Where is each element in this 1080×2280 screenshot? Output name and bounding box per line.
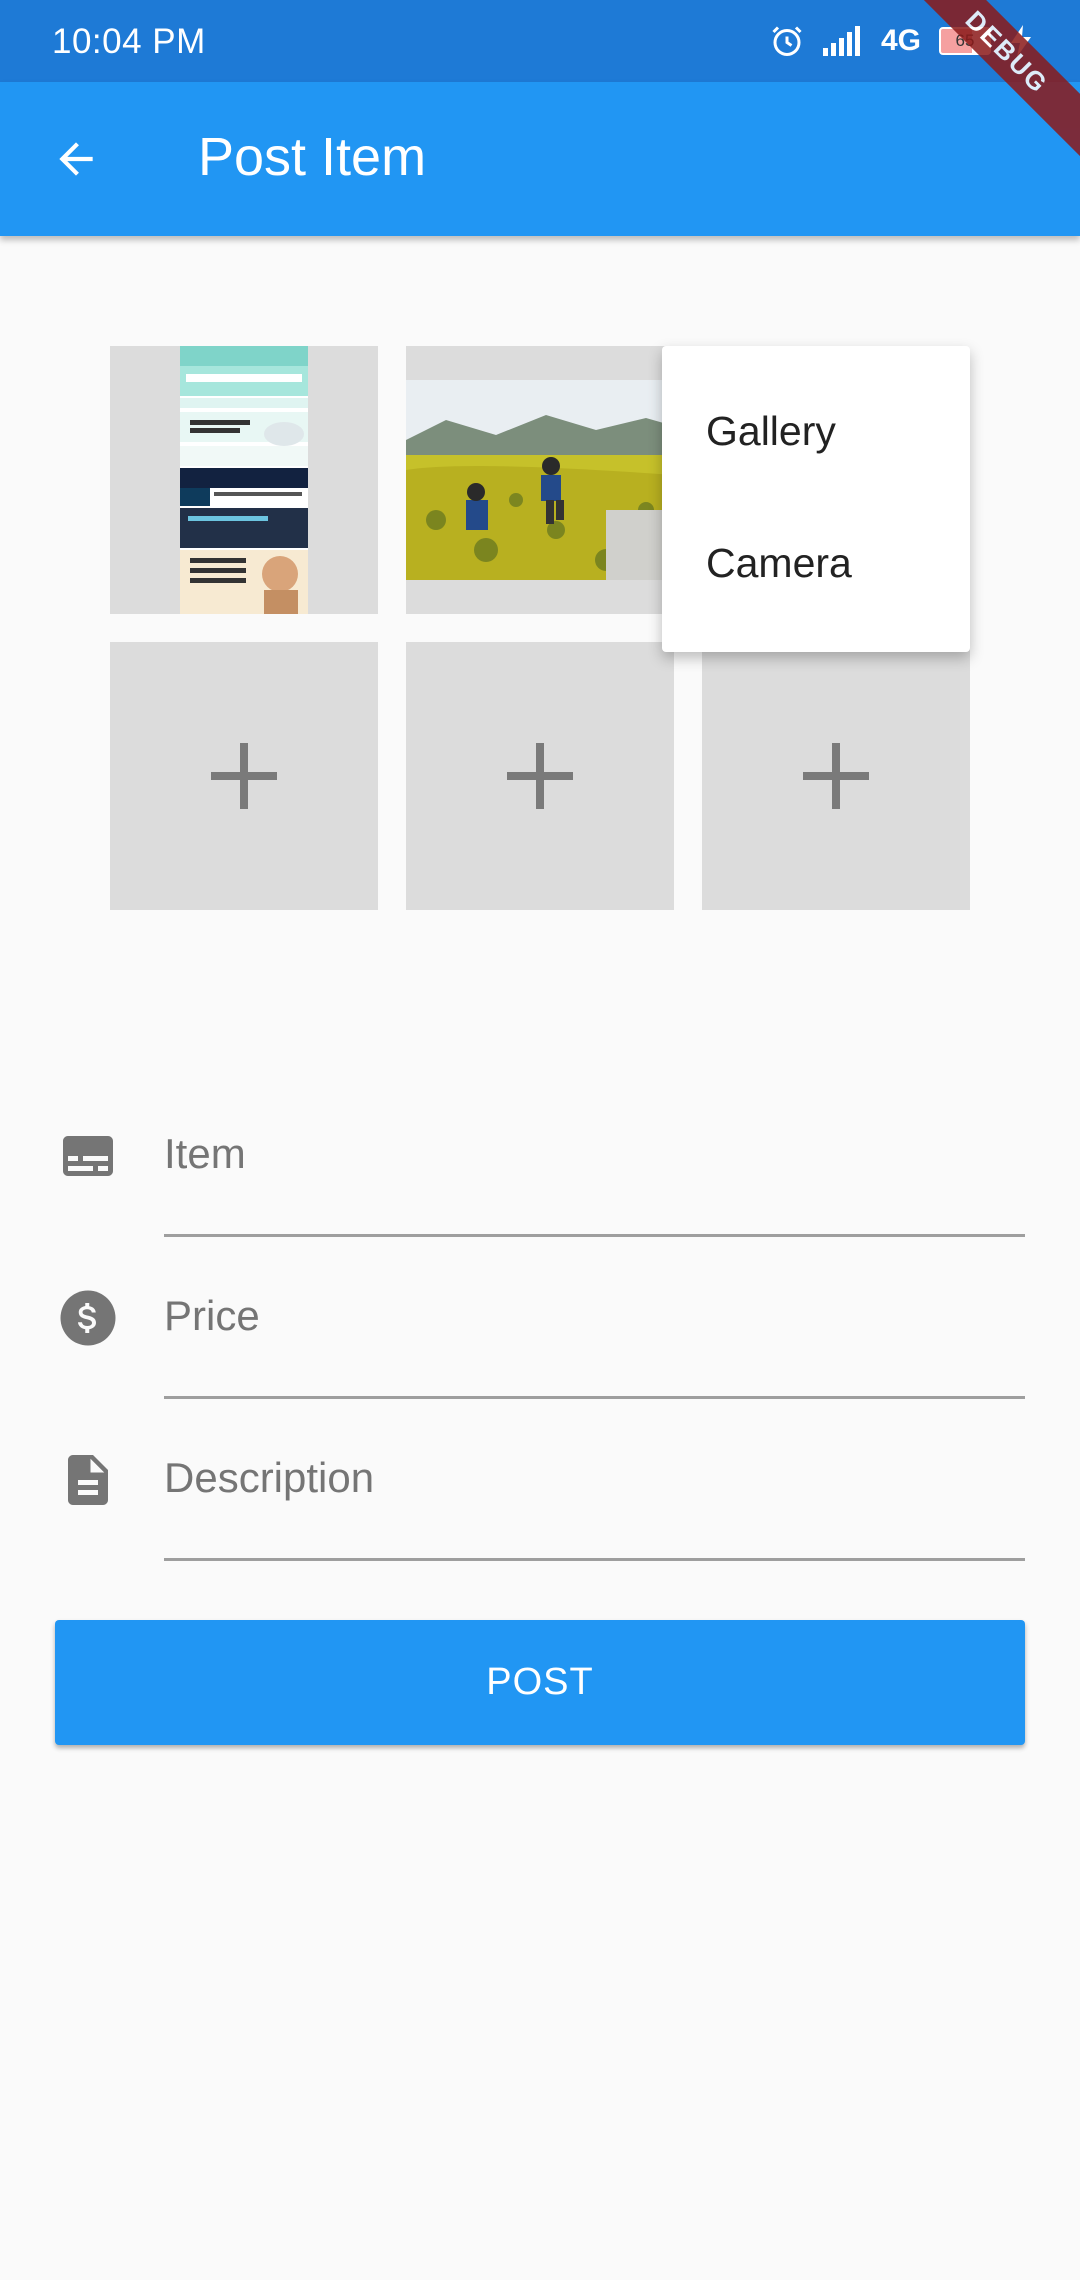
price-input[interactable]: Price: [164, 1292, 260, 1340]
amazon-app-screenshot: [180, 346, 308, 614]
image-source-menu: Gallery Camera: [662, 346, 970, 652]
add-photo-tile-4[interactable]: [110, 642, 378, 910]
subtitles-icon: [63, 1136, 113, 1176]
photo-tile-1[interactable]: [110, 346, 378, 614]
status-bar: 10:04 PM 4G 65: [0, 0, 1080, 82]
price-underline: [164, 1396, 1025, 1399]
add-icon: [803, 743, 869, 809]
alarm-icon: [772, 26, 802, 56]
add-icon: [507, 743, 573, 809]
network-type: 4G: [880, 24, 921, 57]
menu-item-gallery[interactable]: Gallery: [706, 408, 836, 455]
description-input[interactable]: Description: [164, 1454, 374, 1502]
page-title: Post Item: [198, 127, 427, 187]
arrow-back-icon: [59, 142, 93, 176]
app-bar: Post Item: [0, 82, 1080, 236]
menu-item-camera[interactable]: Camera: [706, 540, 852, 587]
item-input[interactable]: Item: [164, 1130, 246, 1178]
description-underline: [164, 1558, 1025, 1561]
post-button[interactable]: POST: [55, 1620, 1025, 1745]
add-photo-tile-6[interactable]: [702, 642, 970, 910]
back-button[interactable]: [36, 119, 116, 199]
signal-icon: [822, 26, 860, 56]
item-underline: [164, 1234, 1025, 1237]
flower-field-photo: [406, 380, 674, 580]
document-icon: [68, 1455, 108, 1505]
add-icon: [211, 743, 277, 809]
add-photo-tile-5[interactable]: [406, 642, 674, 910]
status-time: 10:04 PM: [52, 22, 206, 61]
photo-tile-2[interactable]: [406, 346, 674, 614]
dollar-icon: [60, 1290, 116, 1346]
